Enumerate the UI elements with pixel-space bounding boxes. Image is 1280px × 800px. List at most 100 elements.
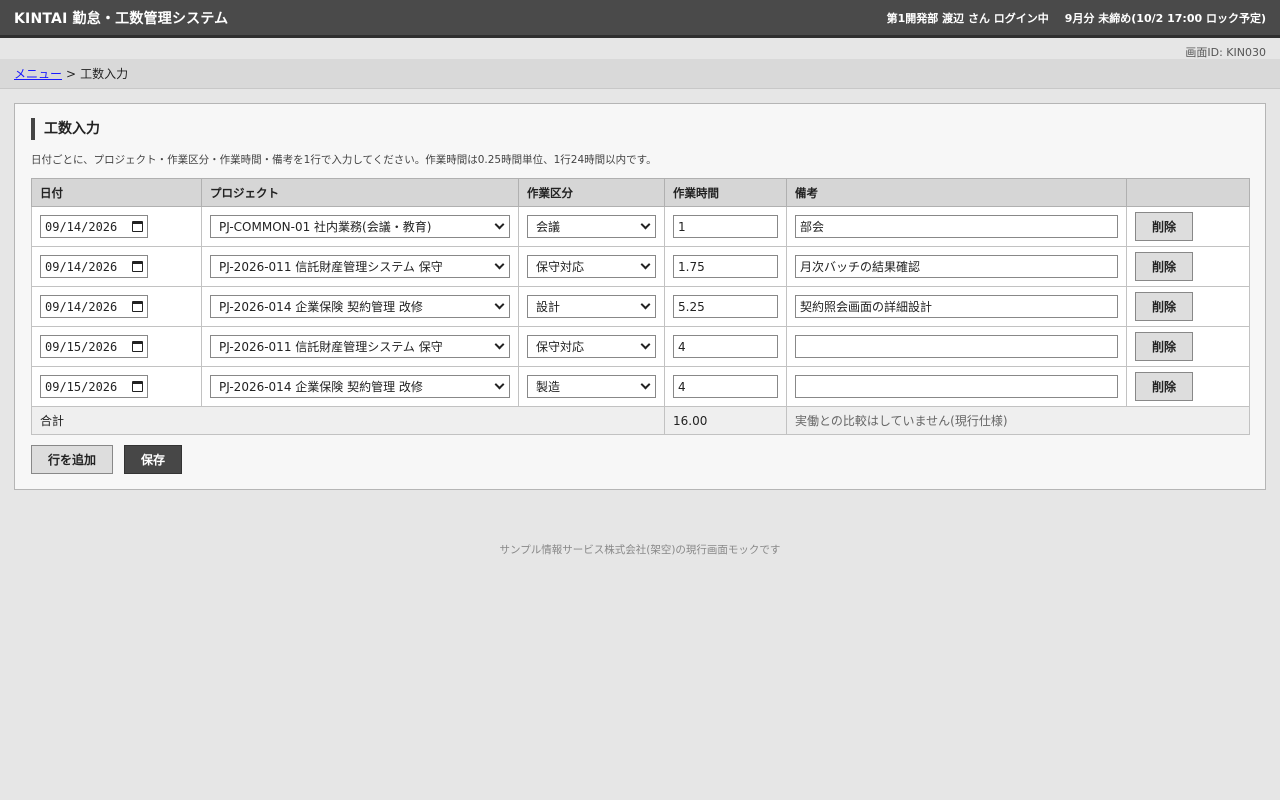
hours-value: 5.25: [678, 299, 705, 314]
header-action: [1126, 178, 1250, 207]
panel-title: 工数入力: [31, 118, 1249, 140]
date-input[interactable]: 09/14/2026: [40, 255, 148, 278]
chevron-down-icon: [494, 339, 505, 350]
note-value: 月次バッチの結果確認: [800, 260, 921, 274]
table-row: 09/14/2026 PJ-2026-011 信託財産管理システム 保守 保守対…: [31, 246, 1250, 287]
delete-button[interactable]: 削除: [1135, 292, 1193, 321]
date-input[interactable]: 09/14/2026: [40, 215, 148, 238]
project-select[interactable]: PJ-2026-011 信託財産管理システム 保守: [210, 335, 510, 358]
header-note: 備考: [786, 178, 1127, 207]
note-input[interactable]: [795, 375, 1118, 398]
chevron-down-icon: [640, 339, 651, 350]
note-input[interactable]: 部会: [795, 215, 1118, 238]
screen-id: 画面ID: KIN030: [0, 38, 1280, 59]
date-input[interactable]: 09/15/2026: [40, 335, 148, 358]
total-note: 実働との比較はしていません(現行仕様): [786, 406, 1250, 435]
project-select[interactable]: PJ-2026-014 企業保険 契約管理 改修: [210, 375, 510, 398]
chevron-down-icon: [494, 299, 505, 310]
breadcrumb-menu-link[interactable]: メニュー: [14, 65, 62, 82]
breadcrumb-separator: >: [66, 66, 77, 81]
chevron-down-icon: [640, 379, 651, 390]
delete-button[interactable]: 削除: [1135, 372, 1193, 401]
table-header-row: 日付 プロジェクト 作業区分 作業時間 備考: [31, 178, 1250, 207]
table-row: 09/15/2026 PJ-2026-011 信託財産管理システム 保守 保守対…: [31, 326, 1250, 367]
category-value: 製造: [536, 380, 561, 394]
date-value: 09/15/2026: [45, 379, 118, 394]
project-value: PJ-2026-014 企業保険 契約管理 改修: [219, 300, 423, 314]
calendar-icon[interactable]: [132, 341, 143, 352]
action-bar: 行を追加 保存: [31, 445, 1249, 474]
category-select[interactable]: 製造: [527, 375, 656, 398]
category-select[interactable]: 保守対応: [527, 255, 656, 278]
note-input[interactable]: 月次バッチの結果確認: [795, 255, 1118, 278]
hours-input[interactable]: 1: [673, 215, 778, 238]
chevron-down-icon: [494, 219, 505, 230]
chevron-down-icon: [494, 259, 505, 270]
project-select[interactable]: PJ-2026-011 信託財産管理システム 保守: [210, 255, 510, 278]
hours-value: 4: [678, 379, 686, 394]
table-row: 09/15/2026 PJ-2026-014 企業保険 契約管理 改修 製造 4…: [31, 366, 1250, 407]
save-button[interactable]: 保存: [124, 445, 183, 474]
calendar-icon[interactable]: [132, 381, 143, 392]
effort-table: 日付 プロジェクト 作業区分 作業時間 備考 09/14/2026 PJ-COM…: [31, 178, 1250, 435]
calendar-icon[interactable]: [132, 301, 143, 312]
note-input[interactable]: 契約照会画面の詳細設計: [795, 295, 1118, 318]
breadcrumb: メニュー > 工数入力: [0, 59, 1280, 89]
table-row: 09/14/2026 PJ-COMMON-01 社内業務(会議・教育) 会議 1…: [31, 206, 1250, 247]
total-label: 合計: [31, 406, 665, 435]
delete-button[interactable]: 削除: [1135, 212, 1193, 241]
app-title: KINTAI 勤怠・工数管理システム: [14, 10, 229, 27]
delete-button[interactable]: 削除: [1135, 332, 1193, 361]
add-row-button[interactable]: 行を追加: [31, 445, 114, 474]
delete-button[interactable]: 削除: [1135, 252, 1193, 281]
hours-input[interactable]: 5.25: [673, 295, 778, 318]
date-input[interactable]: 09/15/2026: [40, 375, 148, 398]
chevron-down-icon: [640, 259, 651, 270]
chevron-down-icon: [494, 379, 505, 390]
calendar-icon[interactable]: [132, 261, 143, 272]
project-value: PJ-2026-011 信託財産管理システム 保守: [219, 260, 443, 274]
breadcrumb-current: 工数入力: [80, 67, 129, 81]
instruction-text: 日付ごとに、プロジェクト・作業区分・作業時間・備考を1行で入力してください。作業…: [31, 154, 657, 166]
date-input[interactable]: 09/14/2026: [40, 295, 148, 318]
hours-value: 1: [678, 219, 686, 234]
footer-note: サンプル情報サービス株式会社(架空)の現行画面モックです: [499, 544, 781, 556]
date-value: 09/14/2026: [45, 259, 118, 274]
note-value: 部会: [800, 220, 825, 234]
date-value: 09/15/2026: [45, 339, 118, 354]
header-hours: 作業時間: [664, 178, 787, 207]
chevron-down-icon: [640, 219, 651, 230]
category-select[interactable]: 保守対応: [527, 335, 656, 358]
project-value: PJ-2026-011 信託財産管理システム 保守: [219, 340, 443, 354]
date-value: 09/14/2026: [45, 219, 118, 234]
category-select[interactable]: 設計: [527, 295, 656, 318]
period-status: 9月分 未締め(10/2 17:00 ロック予定): [1064, 11, 1266, 25]
header-date: 日付: [31, 178, 202, 207]
project-value: PJ-COMMON-01 社内業務(会議・教育): [219, 220, 432, 234]
category-value: 保守対応: [536, 340, 585, 354]
total-hours: 16.00: [664, 406, 787, 435]
note-value: 契約照会画面の詳細設計: [800, 300, 933, 314]
date-value: 09/14/2026: [45, 299, 118, 314]
top-bar: KINTAI 勤怠・工数管理システム 第1開発部 渡辺 さん ログイン中 9月分…: [0, 0, 1280, 38]
project-select[interactable]: PJ-2026-014 企業保険 契約管理 改修: [210, 295, 510, 318]
user-status: 第1開発部 渡辺 さん ログイン中: [886, 11, 1049, 25]
note-input[interactable]: [795, 335, 1118, 358]
project-select[interactable]: PJ-COMMON-01 社内業務(会議・教育): [210, 215, 510, 238]
hours-input[interactable]: 4: [673, 335, 778, 358]
category-value: 保守対応: [536, 260, 585, 274]
calendar-icon[interactable]: [132, 221, 143, 232]
project-value: PJ-2026-014 企業保険 契約管理 改修: [219, 380, 423, 394]
category-value: 会議: [536, 220, 561, 234]
table-row: 09/14/2026 PJ-2026-014 企業保険 契約管理 改修 設計 5…: [31, 286, 1250, 327]
header-category: 作業区分: [518, 178, 665, 207]
hours-value: 4: [678, 339, 686, 354]
category-value: 設計: [536, 300, 561, 314]
total-row: 合計 16.00 実働との比較はしていません(現行仕様): [31, 406, 1250, 435]
header-project: プロジェクト: [201, 178, 519, 207]
hours-input[interactable]: 1.75: [673, 255, 778, 278]
hours-value: 1.75: [678, 259, 705, 274]
hours-input[interactable]: 4: [673, 375, 778, 398]
chevron-down-icon: [640, 299, 651, 310]
category-select[interactable]: 会議: [527, 215, 656, 238]
